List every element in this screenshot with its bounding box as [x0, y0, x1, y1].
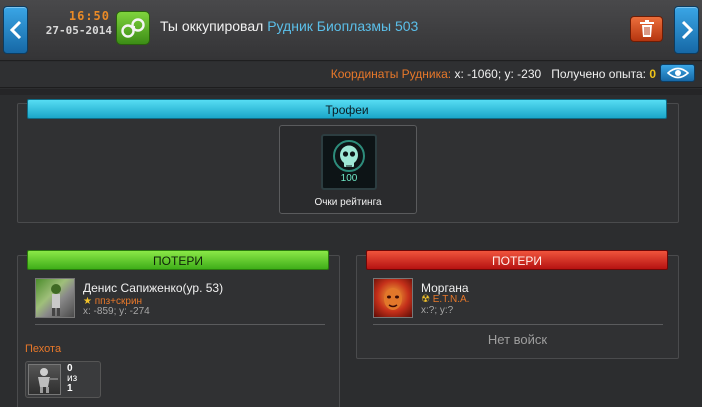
- event-date: 27-05-2014: [45, 24, 112, 37]
- event-title-prefix: Ты оккупировал: [160, 18, 264, 34]
- next-event-button[interactable]: [674, 6, 699, 54]
- trophy-item[interactable]: 100 Очки рейтинга: [279, 125, 417, 214]
- divider: [35, 324, 325, 325]
- infantry-unit-image: [28, 364, 61, 395]
- infantry-unit-stats: 0 из 1: [67, 364, 77, 394]
- chevron-right-icon: [681, 21, 693, 39]
- infantry-unit-card[interactable]: 0 из 1: [25, 361, 101, 398]
- no-troops-text: Нет войск: [487, 332, 548, 347]
- handcuffs-icon: [116, 11, 150, 45]
- mine-name-link[interactable]: Рудник Биоплазмы 503: [267, 18, 418, 34]
- divider: [373, 324, 663, 325]
- attacker-losses-header: ПОТЕРИ: [27, 250, 329, 270]
- view-location-button[interactable]: [660, 64, 695, 82]
- trophies-header: Трофеи: [27, 99, 667, 119]
- defender-avatar: [373, 278, 413, 318]
- attacker-avatar: [35, 278, 75, 318]
- defender-alliance-name: E.T.N.A.: [432, 294, 470, 305]
- skull-icon: [333, 140, 365, 172]
- eye-icon: [666, 67, 689, 79]
- coords-value: x: -1060; y: -230: [454, 67, 542, 81]
- infantry-section-label: Пехота: [25, 343, 62, 355]
- unit-total-count: 1: [67, 383, 73, 394]
- chevron-left-icon: [9, 21, 21, 39]
- defender-alliance: ☢ E.T.N.A.: [421, 294, 469, 305]
- defender-name: Моргана: [421, 281, 469, 295]
- event-title: Ты оккупировал Рудник Биоплазмы 503: [160, 18, 418, 34]
- info-strip: Координаты Рудника: x: -1060; y: -230 По…: [0, 62, 702, 88]
- divider: [0, 89, 702, 95]
- defender-coords: x:?; y:?: [421, 305, 454, 316]
- event-datetime: 16:50 27-05-2014: [34, 9, 112, 49]
- event-time: 16:50: [68, 9, 110, 23]
- exp-value: 0: [649, 67, 656, 81]
- radiation-icon: ☢: [421, 294, 430, 305]
- event-header: 16:50 27-05-2014 Ты оккупировал Рудник Б…: [0, 0, 702, 61]
- coords-label: Координаты Рудника:: [330, 67, 452, 81]
- rating-points-badge: 100: [321, 134, 377, 190]
- exp-label: Получено опыта:: [551, 67, 646, 81]
- attacker-coords: x: -859; y: -274: [83, 306, 150, 317]
- rating-points-label: Очки рейтинга: [314, 197, 382, 208]
- prev-event-button[interactable]: [3, 6, 28, 54]
- info-line: Координаты Рудника: x: -1060; y: -230 По…: [331, 67, 656, 81]
- rating-points-value: 100: [340, 173, 358, 184]
- trash-icon: [639, 20, 654, 37]
- defender-losses-header: ПОТЕРИ: [366, 250, 668, 270]
- delete-button[interactable]: [630, 16, 663, 42]
- attacker-name: Денис Сапиженко(ур. 53): [83, 281, 224, 295]
